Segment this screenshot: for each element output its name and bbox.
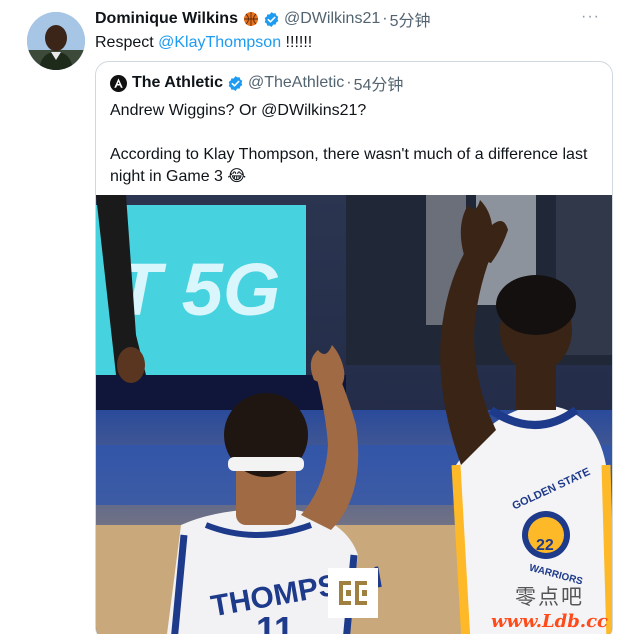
quoted-verified-badge-icon bbox=[227, 75, 244, 92]
more-options-icon[interactable]: ··· bbox=[581, 8, 600, 26]
site-watermark: 零点吧 www.Ldb.cc bbox=[491, 581, 608, 632]
quoted-tweet[interactable]: The Athletic @TheAthletic · 54分钟 Andrew … bbox=[95, 61, 613, 634]
quoted-tweet-header: The Athletic @TheAthletic · 54分钟 bbox=[110, 72, 403, 94]
verified-badge-icon bbox=[263, 11, 280, 28]
tweet-text: Respect @KlayThompson !!!!!! bbox=[95, 32, 312, 54]
tweet-text-suffix: !!!!!! bbox=[281, 34, 313, 51]
mention-link[interactable]: @KlayThompson bbox=[158, 34, 281, 51]
jersey-right-number-text: 22 bbox=[536, 537, 554, 554]
watermark-line-2: www.Ldb.cc bbox=[491, 611, 608, 632]
the-athletic-logo-icon bbox=[110, 74, 127, 92]
author-handle[interactable]: @DWilkins21 bbox=[284, 10, 380, 28]
watermark-logo-icon bbox=[328, 568, 378, 618]
tweet-timestamp[interactable]: 5分钟 bbox=[390, 7, 431, 31]
separator-dot: · bbox=[382, 10, 388, 27]
basketball-icon bbox=[243, 11, 259, 27]
tweet[interactable]: Dominique Wilkins @DWilkins21 · 5分钟 ··· … bbox=[0, 0, 618, 634]
laughing-emoji-icon: 😂 bbox=[227, 168, 247, 185]
tweet-text-prefix: Respect bbox=[95, 34, 159, 51]
jersey-number-text: 11 bbox=[256, 609, 294, 634]
author-avatar[interactable] bbox=[27, 12, 85, 70]
quoted-author-name[interactable]: The Athletic bbox=[132, 74, 223, 92]
quoted-line-1: Andrew Wiggins? Or @DWilkins21? bbox=[110, 102, 367, 119]
watermark-line-1: 零点吧 bbox=[515, 585, 585, 609]
tweet-header: Dominique Wilkins @DWilkins21 · 5分钟 ··· bbox=[95, 8, 608, 30]
arena-sign-text: T 5G bbox=[116, 248, 280, 331]
quoted-tweet-text: Andrew Wiggins? Or @DWilkins21? Accordin… bbox=[110, 100, 600, 188]
quoted-tweet-photo[interactable]: T 5G THOMPSON 11 GOLDEN STATE 22 WARRIOR… bbox=[96, 195, 612, 634]
quoted-separator-dot: · bbox=[346, 74, 352, 91]
quoted-author-handle[interactable]: @TheAthletic bbox=[248, 74, 344, 92]
author-name[interactable]: Dominique Wilkins bbox=[95, 10, 238, 28]
quoted-line-2: According to Klay Thompson, there wasn't… bbox=[110, 144, 600, 188]
quoted-timestamp[interactable]: 54分钟 bbox=[354, 71, 404, 95]
quoted-line-2-text: According to Klay Thompson, there wasn't… bbox=[110, 146, 588, 185]
